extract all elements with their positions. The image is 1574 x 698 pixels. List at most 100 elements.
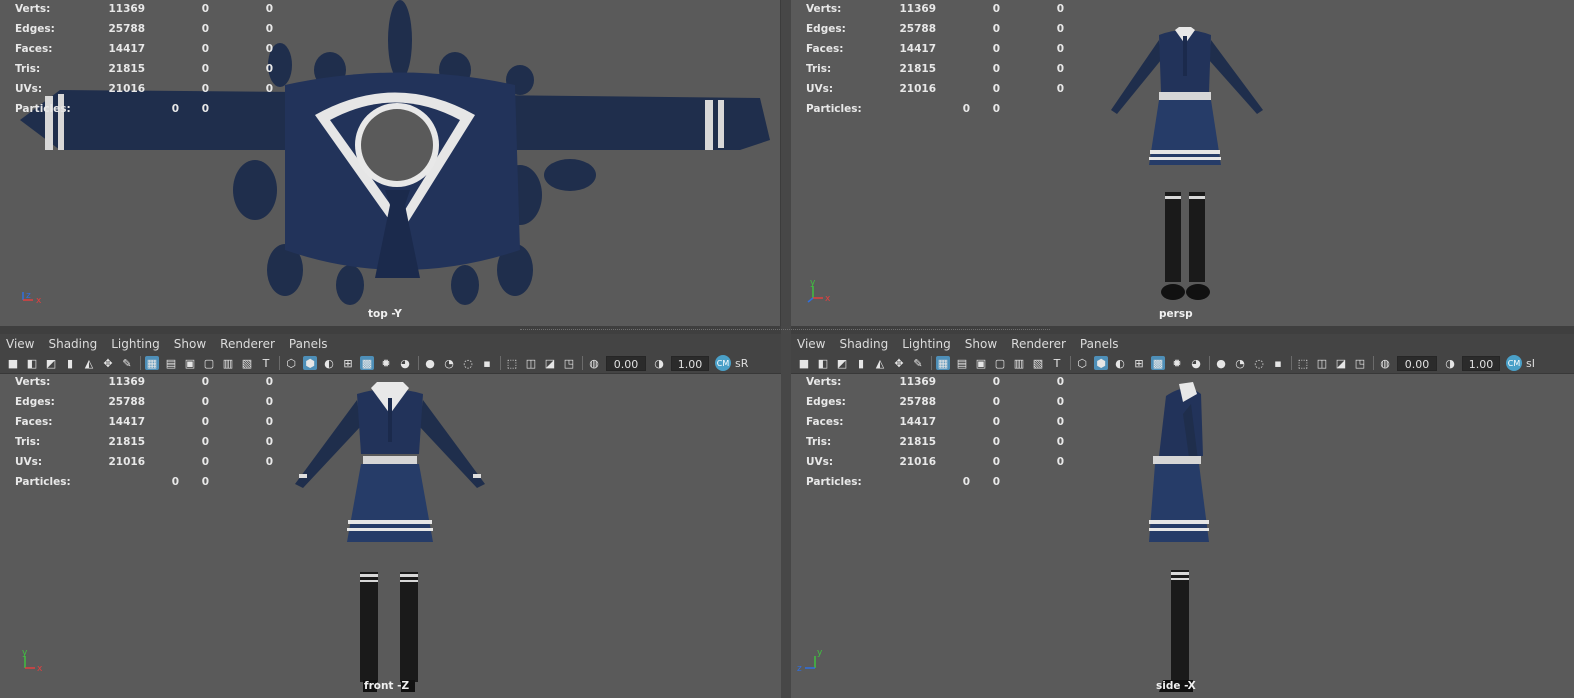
view-transform-label[interactable]: sR: [735, 357, 748, 370]
menu-lighting[interactable]: Lighting: [111, 337, 160, 351]
bookmark-camera-icon[interactable]: ◩: [835, 356, 849, 370]
x-ray-icon[interactable]: ◫: [524, 356, 538, 370]
film-gate-icon[interactable]: ▤: [164, 356, 178, 370]
menu-panels[interactable]: Panels: [289, 337, 328, 351]
camera-attributes-icon[interactable]: ◧: [25, 356, 39, 370]
screen-space-ao-icon[interactable]: ●: [1214, 356, 1228, 370]
color-management-icon[interactable]: CM: [1506, 355, 1522, 371]
poly-count-hud: Verts: 11369 0 0 Edges: 25788 0 0 Faces: 14417 0…: [15, 372, 275, 492]
viewport-persp[interactable]: Verts: 11369 0 0 Edges: 25788 0 0 Faces: 14417 0…: [791, 0, 1574, 326]
grease-pencil-icon[interactable]: ✎: [120, 356, 134, 370]
isolate-select-icon[interactable]: ⬚: [505, 356, 519, 370]
bookmark-camera-icon[interactable]: ◩: [44, 356, 58, 370]
gamma-icon[interactable]: ◑: [652, 356, 666, 370]
default-material-icon[interactable]: ◐: [322, 356, 336, 370]
menu-show[interactable]: Show: [174, 337, 206, 351]
camera-icon[interactable]: ■: [797, 356, 811, 370]
camera-icon[interactable]: ■: [6, 356, 20, 370]
resolution-gate-icon[interactable]: ▣: [183, 356, 197, 370]
menu-shading[interactable]: Shading: [839, 337, 888, 351]
lights-icon[interactable]: ✹: [1170, 356, 1184, 370]
shadows-icon[interactable]: ◕: [1189, 356, 1203, 370]
anti-aliasing-icon[interactable]: ◌: [461, 356, 475, 370]
x-ray-joints-icon[interactable]: ◪: [543, 356, 557, 370]
exposure-field[interactable]: 0.00: [606, 355, 646, 371]
gamma-field[interactable]: 1.00: [1462, 355, 1500, 371]
shadows-icon[interactable]: ◕: [398, 356, 412, 370]
menu-view[interactable]: View: [6, 337, 34, 351]
film-gate-icon[interactable]: ▤: [955, 356, 969, 370]
two-d-pan-icon[interactable]: ✥: [101, 356, 115, 370]
smooth-shade-icon[interactable]: ⬢: [1094, 356, 1108, 370]
isolate-select-icon[interactable]: ⬚: [1296, 356, 1310, 370]
image-plane-icon[interactable]: ◭: [82, 356, 96, 370]
panel-menu-bar: View Shading Lighting Show Renderer Pane…: [0, 334, 781, 353]
splitter-grip[interactable]: [520, 329, 1050, 330]
menu-renderer[interactable]: Renderer: [1011, 337, 1066, 351]
depth-of-field-icon[interactable]: ▪: [480, 356, 494, 370]
viewport-front[interactable]: View Shading Lighting Show Renderer Pane…: [0, 334, 781, 698]
toolbar-separator: [582, 356, 583, 370]
x-ray-joints-icon[interactable]: ◪: [1334, 356, 1348, 370]
color-management-icon[interactable]: CM: [715, 355, 731, 371]
safe-action-icon[interactable]: ▧: [1031, 356, 1045, 370]
lights-icon[interactable]: ✹: [379, 356, 393, 370]
depth-of-field-icon[interactable]: ▪: [1271, 356, 1285, 370]
menu-panels[interactable]: Panels: [1080, 337, 1119, 351]
two-d-pan-icon[interactable]: ✥: [892, 356, 906, 370]
safe-title-icon[interactable]: T: [259, 356, 273, 370]
exposure-icon[interactable]: ◍: [1378, 356, 1392, 370]
menu-lighting[interactable]: Lighting: [902, 337, 951, 351]
hud-row-faces: Faces: 14417 0 0: [806, 416, 1064, 428]
wireframe-icon[interactable]: ⬡: [284, 356, 298, 370]
menu-renderer[interactable]: Renderer: [220, 337, 275, 351]
menu-show[interactable]: Show: [965, 337, 997, 351]
viewport-side[interactable]: View Shading Lighting Show Renderer Pane…: [791, 334, 1574, 698]
camera-attributes-icon[interactable]: ◧: [816, 356, 830, 370]
wireframe-icon[interactable]: ⬡: [1075, 356, 1089, 370]
anti-aliasing-icon[interactable]: ◌: [1252, 356, 1266, 370]
safe-title-icon[interactable]: T: [1050, 356, 1064, 370]
menu-shading[interactable]: Shading: [48, 337, 97, 351]
x-ray-icon[interactable]: ◫: [1315, 356, 1329, 370]
x-ray-components-icon[interactable]: ◳: [1353, 356, 1367, 370]
x-ray-components-icon[interactable]: ◳: [562, 356, 576, 370]
poly-count-hud: Verts: 11369 0 0 Edges: 25788 0 0 Faces: 14417 0…: [15, 0, 275, 119]
smooth-shade-icon[interactable]: ⬢: [303, 356, 317, 370]
menu-view[interactable]: View: [797, 337, 825, 351]
safe-action-icon[interactable]: ▧: [240, 356, 254, 370]
hud-row-particles: Particles: 0 0: [806, 476, 1000, 488]
screen-space-ao-icon[interactable]: ●: [423, 356, 437, 370]
hud-row-verts: Verts: 11369 0 0: [806, 376, 1064, 388]
gate-mask-icon[interactable]: ▢: [202, 356, 216, 370]
exposure-field[interactable]: 0.00: [1397, 355, 1437, 371]
default-material-icon[interactable]: ◐: [1113, 356, 1127, 370]
field-chart-icon[interactable]: ▥: [221, 356, 235, 370]
view-transform-label[interactable]: sI: [1526, 357, 1535, 370]
bookmark-icon[interactable]: ▮: [63, 356, 77, 370]
resolution-gate-icon[interactable]: ▣: [974, 356, 988, 370]
toolbar-separator: [140, 356, 141, 370]
view-axis-gizmo: y x: [807, 278, 837, 310]
gate-mask-icon[interactable]: ▢: [993, 356, 1007, 370]
gamma-icon[interactable]: ◑: [1443, 356, 1457, 370]
motion-blur-icon[interactable]: ◔: [1233, 356, 1247, 370]
image-plane-icon[interactable]: ◭: [873, 356, 887, 370]
hud-row-edges: Edges: 25788 0 0: [15, 23, 273, 35]
field-chart-icon[interactable]: ▥: [1012, 356, 1026, 370]
wireframe-on-shaded-icon[interactable]: ⊞: [341, 356, 355, 370]
viewport-top[interactable]: Verts: 11369 0 0 Edges: 25788 0 0 Faces: 14417 0…: [0, 0, 781, 326]
grid-icon[interactable]: ▦: [145, 356, 159, 370]
grid-icon[interactable]: ▦: [936, 356, 950, 370]
gamma-field[interactable]: 1.00: [671, 355, 709, 371]
exposure-icon[interactable]: ◍: [587, 356, 601, 370]
motion-blur-icon[interactable]: ◔: [442, 356, 456, 370]
poly-count-hud: Verts: 11369 0 0 Edges: 25788 0 0 Faces: 14417 0…: [806, 0, 1066, 119]
vertical-pane-splitter[interactable]: [781, 0, 791, 698]
wireframe-on-shaded-icon[interactable]: ⊞: [1132, 356, 1146, 370]
textured-icon[interactable]: ▩: [360, 356, 374, 370]
grease-pencil-icon[interactable]: ✎: [911, 356, 925, 370]
camera-label: top -Y: [368, 308, 402, 320]
textured-icon[interactable]: ▩: [1151, 356, 1165, 370]
bookmark-icon[interactable]: ▮: [854, 356, 868, 370]
